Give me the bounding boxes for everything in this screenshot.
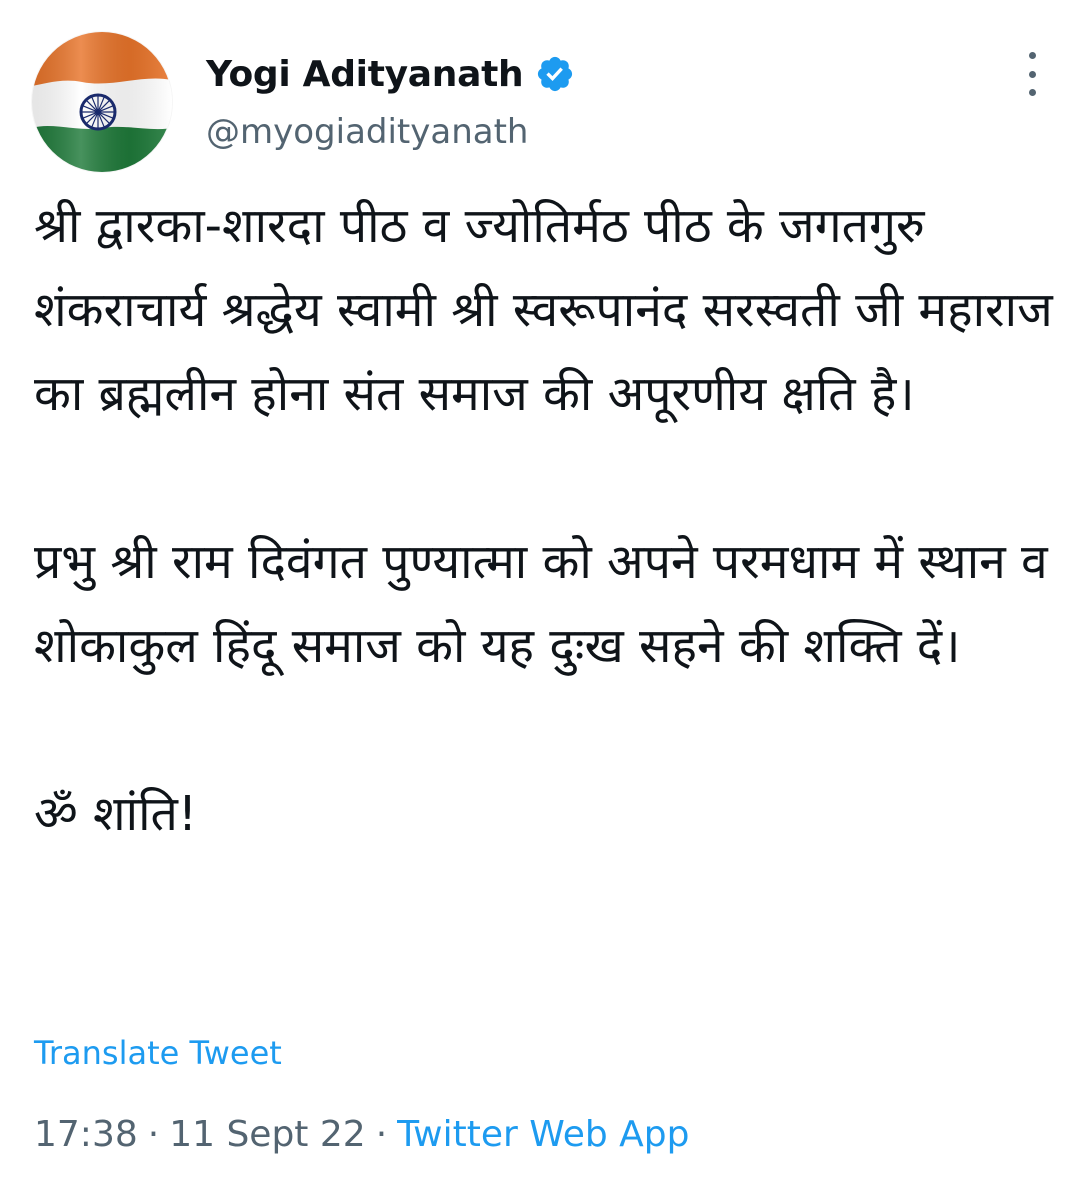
translate-tweet-link[interactable]: Translate Tweet <box>34 1034 282 1072</box>
indian-flag-avatar-icon <box>32 32 172 172</box>
author-info: Yogi Adityanath @myogiadityanath <box>206 50 575 152</box>
separator: · <box>375 1114 388 1155</box>
tweet-paragraph: श्री द्वारका-शारदा पीठ व ज्योतिर्मठ पीठ … <box>34 198 1053 422</box>
tweet-text: श्री द्वारका-शारदा पीठ व ज्योतिर्मठ पीठ … <box>34 184 1054 856</box>
avatar[interactable] <box>32 32 172 172</box>
name-row: Yogi Adityanath <box>206 50 575 98</box>
more-options-icon[interactable] <box>1020 52 1044 96</box>
tweet-paragraph: प्रभु श्री राम दिवंगत पुण्यात्मा को अपने… <box>34 534 1048 674</box>
handle[interactable]: @myogiadityanath <box>206 112 575 152</box>
tweet-paragraph: ॐ शांति! <box>34 786 198 842</box>
verified-badge-icon <box>535 54 575 94</box>
tweet-date[interactable]: 11 Sept 22 <box>169 1114 365 1155</box>
tweet-time[interactable]: 17:38 <box>34 1114 138 1155</box>
tweet-card: Yogi Adityanath @myogiadityanath श्री द्… <box>0 0 1080 1194</box>
separator: · <box>147 1114 160 1155</box>
tweet-source[interactable]: Twitter Web App <box>397 1114 689 1155</box>
display-name[interactable]: Yogi Adityanath <box>206 54 524 95</box>
tweet-metadata: 17:38 · 11 Sept 22 · Twitter Web App <box>34 1114 690 1155</box>
